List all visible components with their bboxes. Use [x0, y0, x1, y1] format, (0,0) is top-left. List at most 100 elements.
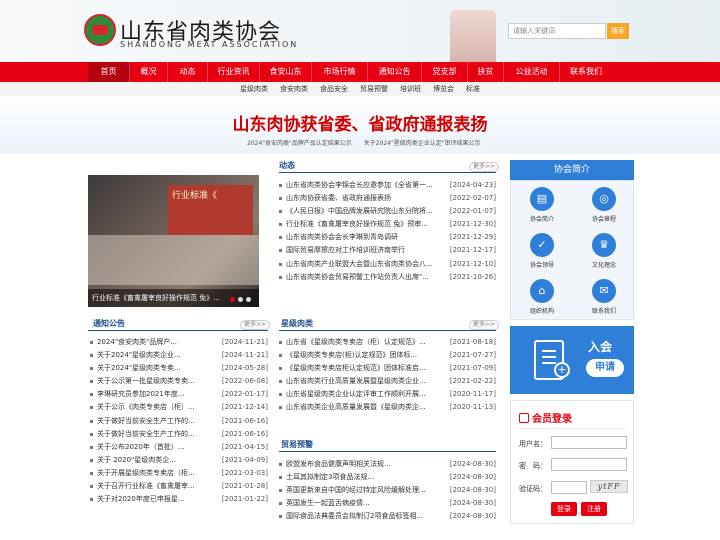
nav-item-contact[interactable]: 联系我们	[560, 62, 612, 82]
check-icon: ✓	[530, 233, 554, 257]
nav-item-news[interactable]: 动态	[168, 62, 208, 82]
subnav-item[interactable]: 贸易预警	[360, 82, 388, 96]
list-item[interactable]: 《星级肉类专卖店(柜)认定规范》团体标... [2021-07-27]	[279, 349, 496, 362]
list-item[interactable]: 《星级肉类专卖店柜认定规范》团体标准启... [2021-07-09]	[279, 362, 496, 375]
association-leaders-link[interactable]: ✓ 协会领导	[511, 227, 573, 273]
list-item[interactable]: 关于2024"星级肉类专卖... [2024-05-28]	[90, 362, 268, 375]
subnav-item[interactable]: 食品安全	[320, 82, 348, 96]
list-item[interactable]: 山东省肉类协会李锦会长应邀参加《全省第一... [2024-04-23]	[279, 179, 496, 192]
association-charter-link[interactable]: ◎ 协会章程	[573, 181, 635, 227]
list-item[interactable]: 关于2024"星级肉类企业... [2024-11-21]	[90, 349, 268, 362]
list-item[interactable]: 英国发生一起蓝舌病疫情... [2024-08-30]	[279, 497, 496, 510]
section-title-news[interactable]: 动态	[279, 160, 295, 171]
photo-table	[88, 235, 259, 285]
subnav-item[interactable]: 星级肉类	[240, 82, 268, 96]
list-item[interactable]: 关于开展星级肉类专卖店（柜... [2021-03-03]	[90, 467, 268, 480]
subnav-item[interactable]: 标准	[466, 82, 480, 96]
nav-item-market[interactable]: 市场行情	[312, 62, 368, 82]
headline-sublink[interactable]: 2024"食安肉类"品牌产品认定结果公示	[247, 140, 352, 147]
list-item[interactable]: 关于公布2020年（首批）... [2021-04-15]	[90, 441, 268, 454]
association-logo-icon[interactable]	[84, 14, 116, 46]
subnav-item[interactable]: 博览会	[433, 82, 454, 96]
contact-link[interactable]: ✉ 联系我们	[573, 273, 635, 319]
vip-icon: ♛	[592, 233, 616, 257]
list-item[interactable]: 关于做好当前安全生产工作的... [2021-06-16]	[90, 428, 268, 441]
section-divider	[279, 330, 496, 331]
list-item[interactable]: 行业标准《畜禽屠宰良好操作规范 兔》预审... [2021-12-30]	[279, 218, 496, 231]
list-item[interactable]: 山东省肉类企业高质量发展暨《星级肉类企... [2020-11-13]	[279, 401, 496, 414]
slider-dot[interactable]	[246, 297, 251, 302]
organization-link[interactable]: ⌂ 组织机构	[511, 273, 573, 319]
list-item[interactable]: 山东省肉类产业联盟大会暨山东省肉类协会八... [2021-12-10]	[279, 258, 496, 271]
search-input[interactable]: 请输入关键词	[508, 23, 606, 39]
section-title-trade-alert[interactable]: 贸易预警	[281, 439, 313, 450]
list-item[interactable]: 山东肉协获省委、省政府通报表扬 [2022-02-07]	[279, 192, 496, 205]
password-label: 密 码：	[519, 462, 547, 470]
slider-dot[interactable]	[230, 297, 235, 302]
nav-item-industry[interactable]: 行业资讯	[208, 62, 260, 82]
nav-item-home[interactable]: 首页	[88, 62, 130, 82]
nav-item-charity[interactable]: 公益活动	[504, 62, 560, 82]
list-item[interactable]: 山东省星级肉类企业认定评审工作顺利开展... [2020-11-17]	[279, 388, 496, 401]
more-link-star-meat[interactable]: 更多>>	[469, 320, 499, 330]
association-intro-panel: ▤ 协会简介 ◎ 协会章程 ✓ 协会领导 ♛ 文化理念 ⌂ 组织机构 ✉ 联系我…	[510, 180, 634, 320]
nav-item-party[interactable]: 党支部	[422, 62, 468, 82]
list-item[interactable]: 关于对2020年度已申报星... [2021-01-22]	[90, 493, 268, 506]
list-item[interactable]: 关于公示《肉类专卖店（柜）... [2021-12-14]	[90, 401, 268, 414]
list-item[interactable]: 山东省《星级肉类专卖店（柜）认定规范》... [2021-08-18]	[279, 336, 496, 349]
nav-item-notices[interactable]: 通知公告	[368, 62, 422, 82]
captcha-label: 验证码：	[519, 485, 547, 493]
list-item[interactable]: 国际贸易摩擦应对工作培训班济南举行 [2021-12-17]	[279, 244, 496, 257]
association-intro-header[interactable]: 协会简介	[510, 160, 634, 180]
news-list: 山东省肉类协会李锦会长应邀参加《全省第一... [2024-04-23] 山东肉协…	[279, 179, 496, 284]
login-divider	[519, 428, 627, 429]
search-button[interactable]: 搜索	[607, 23, 629, 39]
list-item[interactable]: 国际食品法典委员会拟制订2项食品标签相... [2024-08-30]	[279, 510, 496, 523]
seal-icon: ◎	[592, 187, 616, 211]
list-item[interactable]: 土耳其拟制定3项食品法规... [2024-08-30]	[279, 471, 496, 484]
trade-alert-list: 欧盟发布食品健康声明相关法规... [2024-08-30] 土耳其拟制定3项食品…	[279, 458, 496, 523]
home-icon: ⌂	[530, 279, 554, 303]
slider-dot[interactable]	[238, 297, 243, 302]
news-photo-slider[interactable]: 行业标准《 行业标准《畜禽屠宰良好操作规范 免》...	[88, 175, 259, 307]
star-meat-list: 山东省《星级肉类专卖店（柜）认定规范》... [2021-08-18] 《星级肉类…	[279, 336, 496, 415]
section-divider	[279, 451, 496, 452]
register-button[interactable]: 注册	[581, 502, 607, 516]
section-divider	[88, 330, 268, 331]
list-item[interactable]: 英国更新来自中国的经过特定风险缓解处理... [2024-08-30]	[279, 484, 496, 497]
list-item[interactable]: 山东省肉类协会会长李琳到青岛调研 [2021-12-29]	[279, 231, 496, 244]
password-input[interactable]	[551, 458, 627, 471]
list-item[interactable]: 《人民日报》中国品牌发展研究院山东分院将... [2022-01-07]	[279, 205, 496, 218]
nav-item-food-safety[interactable]: 食安山东	[260, 62, 312, 82]
list-item[interactable]: 欧盟发布食品健康声明相关法规... [2024-08-30]	[279, 458, 496, 471]
nav-item-poverty[interactable]: 扶贫	[468, 62, 504, 82]
more-link-notices[interactable]: 更多>>	[240, 320, 270, 330]
list-item[interactable]: 山东省肉类行业高质量发展暨星级肉类企业... [2021-02-22]	[279, 375, 496, 388]
headline-sublinks: 2024"食安肉类"品牌产品认定结果公示 关于2024"星级肉类企业认定"审评结…	[247, 138, 491, 147]
list-item[interactable]: 关于召开行业标准《畜禽屠宰... [2021-01-28]	[90, 480, 268, 493]
association-intro-link[interactable]: ▤ 协会简介	[511, 181, 573, 227]
membership-apply-banner[interactable]: + 入会 申请	[510, 326, 634, 394]
headline-sublink[interactable]: 关于2024"星级肉类企业认定"审评结果公示	[364, 140, 481, 147]
captcha-input[interactable]	[551, 481, 587, 494]
username-label: 用户名：	[519, 440, 547, 448]
username-input[interactable]	[551, 436, 627, 449]
list-item[interactable]: 关于 2020"星级肉类企... [2021-04-09]	[90, 454, 268, 467]
list-item[interactable]: 2024"食安肉类"品牌产... [2024-11-21]	[90, 336, 268, 349]
list-item[interactable]: 李琳研究员参加2021年度... [2022-01-17]	[90, 388, 268, 401]
login-button[interactable]: 登录	[551, 502, 577, 516]
nav-item-overview[interactable]: 概况	[130, 62, 168, 82]
section-title-star-meat[interactable]: 星级肉类	[281, 318, 313, 329]
list-item[interactable]: 关于做好当前安全生产工作的... [2021-06-16]	[90, 415, 268, 428]
subnav-item[interactable]: 培训班	[400, 82, 421, 96]
headline-title[interactable]: 山东肉协获省委、省政府通报表扬	[0, 110, 720, 135]
mail-icon: ✉	[592, 279, 616, 303]
culture-link[interactable]: ♛ 文化理念	[573, 227, 635, 273]
section-title-notices[interactable]: 通知公告	[93, 318, 125, 329]
apply-text: 申请	[586, 359, 624, 377]
captcha-image[interactable]: ytFF	[590, 480, 628, 493]
more-link-news[interactable]: 更多>>	[469, 162, 499, 172]
subnav-item[interactable]: 食安肉类	[280, 82, 308, 96]
list-item[interactable]: 关于公示第一批星级肉类专卖... [2022-06-08]	[90, 375, 268, 388]
list-item[interactable]: 山东省肉类协会贸易预警工作站负责人出席"... [2021-10-26]	[279, 271, 496, 284]
